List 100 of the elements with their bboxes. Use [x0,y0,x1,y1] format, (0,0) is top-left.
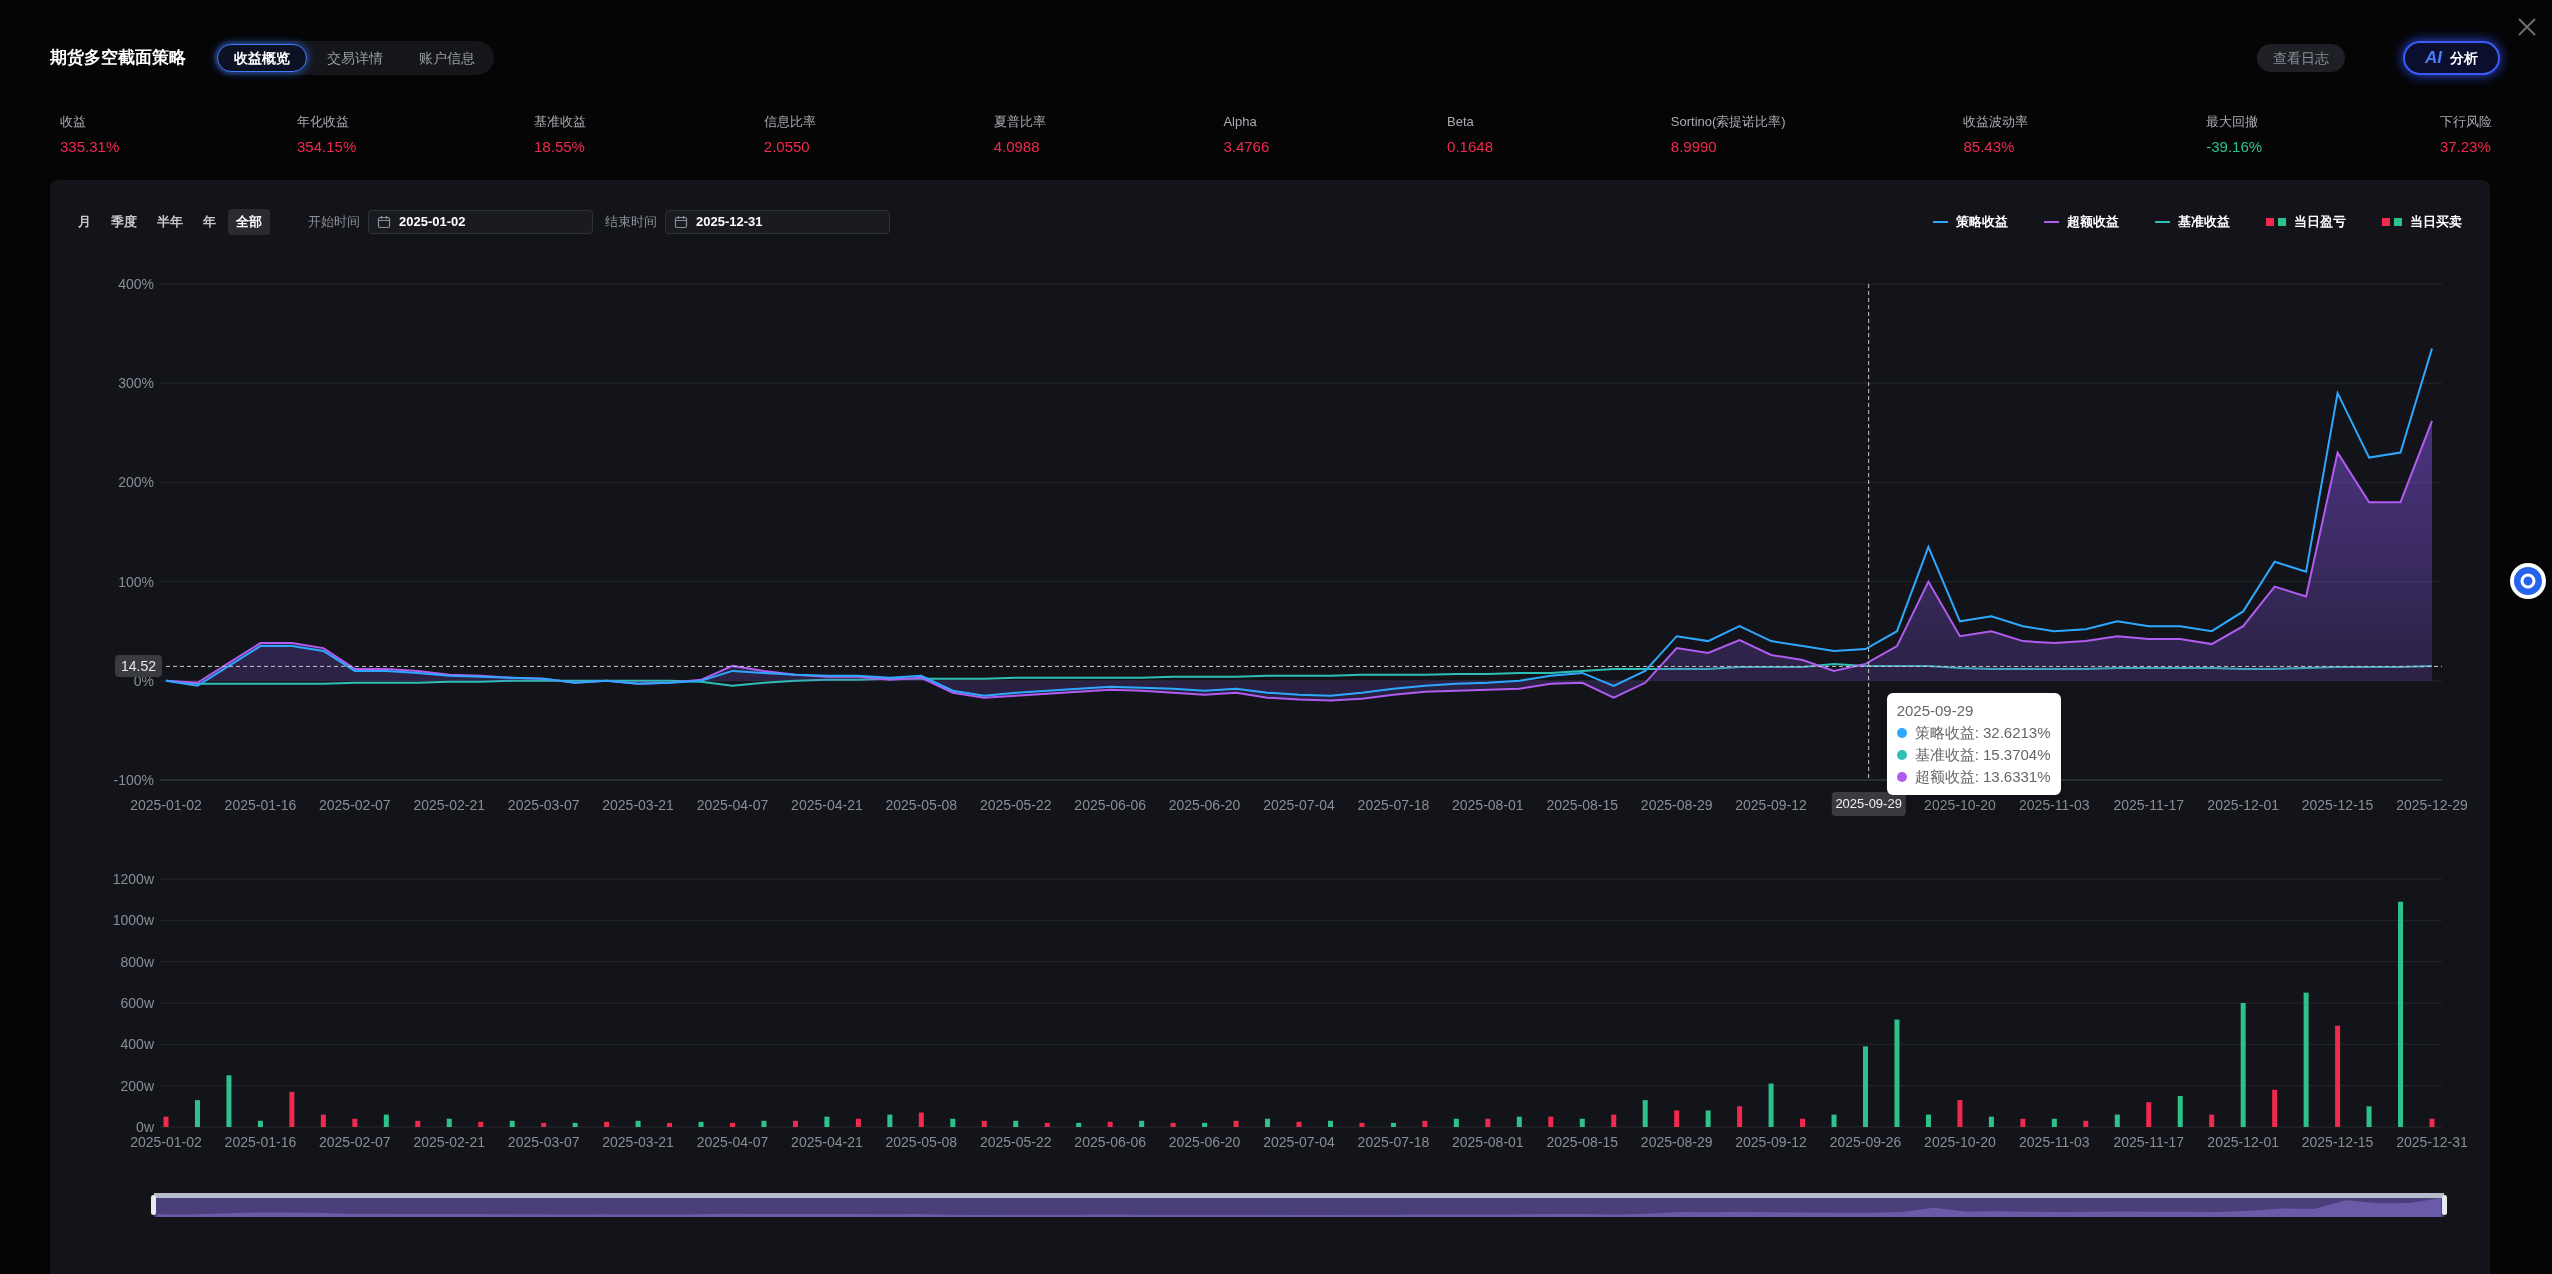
bar [1390,1122,1396,1127]
bar [1800,1118,1806,1127]
close-icon[interactable] [2516,16,2538,38]
metric-value: 85.43% [1963,136,2016,157]
metric-label: Beta [1447,113,1475,131]
bar [887,1114,893,1127]
bar [855,1118,861,1127]
metric-label: 收益 [60,113,87,131]
axis-label: 2025-08-29 [1640,797,1713,813]
axis-label: 2025-08-15 [1546,1134,1619,1150]
ai-analysis-button[interactable]: AI 分析 [2403,41,2500,75]
axis-label: 2025-01-02 [130,797,202,813]
legend-label[interactable]: 当日盈亏 [2294,212,2346,232]
slider-handle[interactable] [2442,1195,2447,1215]
legend-label[interactable]: 基准收益 [2178,212,2230,232]
axis-label: 2025-03-07 [507,797,580,813]
axis-label: 2025-06-20 [1168,797,1241,813]
range-option[interactable]: 季度 [103,209,145,235]
window-title: 期货多空截面策略 [50,47,186,70]
axis-label: 2025-07-04 [1263,1134,1335,1150]
range-slider[interactable] [154,1193,2444,1217]
date-value: 2025-01-02 [399,213,466,232]
axis-label: 600w [120,995,154,1011]
axis-label: 2025-11-03 [2019,797,2090,813]
bar [2177,1096,2183,1127]
axis-label: 2025-06-20 [1168,1134,1241,1150]
bar [572,1122,578,1127]
range-option[interactable]: 年 [195,209,224,235]
bar [257,1120,263,1127]
range-option[interactable]: 月 [70,209,99,235]
metric-value: 18.55% [534,136,586,157]
metric-label: 收益波动率 [1963,113,2029,131]
axis-label: 2025-07-18 [1357,797,1430,813]
bar [1831,1114,1837,1127]
bar [2083,1120,2089,1127]
bar [1202,1122,1208,1127]
metric-label: 下行风险 [2439,113,2492,131]
metric-value: -39.16% [2206,136,2263,157]
metric-value: 2.0550 [763,136,811,157]
bar [1988,1116,1994,1127]
assistant-button[interactable] [2510,563,2546,599]
end-date-field[interactable]: 2025-12-31 [665,210,890,234]
axis-label: 2025-03-21 [602,797,674,813]
metric-value: 8.9990 [1670,136,1718,157]
bar [2209,1114,2215,1127]
axis-label: 2025-11-17 [2113,797,2185,813]
metric-value: 4.0988 [993,136,1041,157]
axis-label: 2025-12-29 [2396,797,2468,813]
axis-label: 2025-01-02 [130,1134,202,1150]
metric-label: Sortino(索提诺比率) [1670,113,1786,131]
metric-label: Alpha [1223,113,1258,131]
bar [2429,1118,2435,1127]
legend-label[interactable]: 当日买卖 [2410,212,2462,232]
metric-label: 基准收益 [534,113,587,131]
axis-label: 2025-09-26 [1829,1134,1902,1150]
range-option[interactable]: 半年 [149,209,191,235]
bar [761,1120,767,1127]
axis-label: 2025-09-12 [1735,1134,1807,1150]
axis-label: 2025-10-20 [1924,797,1996,813]
axis-label: 1200w [112,871,154,887]
bar [918,1112,924,1127]
axis-label: 2025-09-12 [1735,797,1807,813]
bar [541,1122,547,1127]
bar [1139,1120,1145,1127]
tab[interactable]: 交易详情 [311,44,399,72]
axis-label: 2025-04-21 [791,1134,863,1150]
bar [2114,1114,2120,1127]
calendar-icon [674,215,688,229]
log-button[interactable]: 查看日志 [2257,44,2345,72]
range-option[interactable]: 全部 [228,209,270,235]
slider-handle[interactable] [151,1195,156,1215]
bar [1925,1114,1931,1127]
axis-label: 2025-08-15 [1546,797,1619,813]
tab[interactable]: 账户信息 [403,44,491,72]
legend-label[interactable]: 超额收益 [2067,212,2119,232]
legend-label[interactable]: 策略收益 [1956,212,2008,232]
axis-label: 400w [120,1036,154,1053]
bar [1768,1083,1774,1127]
bar [2272,1089,2278,1127]
bar [1674,1110,1680,1127]
bar [2020,1118,2026,1127]
metric-label: 最大回撤 [2206,113,2260,131]
tooltip-value: 基准收益: 15.3704% [1914,745,2051,765]
axis-label: 2025-11-03 [2019,1134,2090,1150]
metric-label: 年化收益 [297,113,350,131]
tooltip-value: 超额收益: 13.6331% [1914,767,2051,787]
axis-label: 100% [118,573,154,590]
axis-label: 200% [118,474,154,491]
axis-label: 2025-12-31 [2396,1134,2468,1150]
bar [667,1122,673,1127]
bar [2146,1102,2152,1127]
bar [950,1118,956,1127]
tooltip-date: 2025-09-29 [1896,701,1975,721]
tab[interactable]: 收益概览 [217,44,307,72]
metric-value: 37.23% [2439,136,2492,157]
bar [730,1122,735,1127]
start-date-field[interactable]: 2025-01-02 [368,210,593,234]
axis-label: 2025-08-29 [1640,1134,1713,1150]
bar [824,1116,830,1127]
axis-label: -100% [113,772,154,788]
